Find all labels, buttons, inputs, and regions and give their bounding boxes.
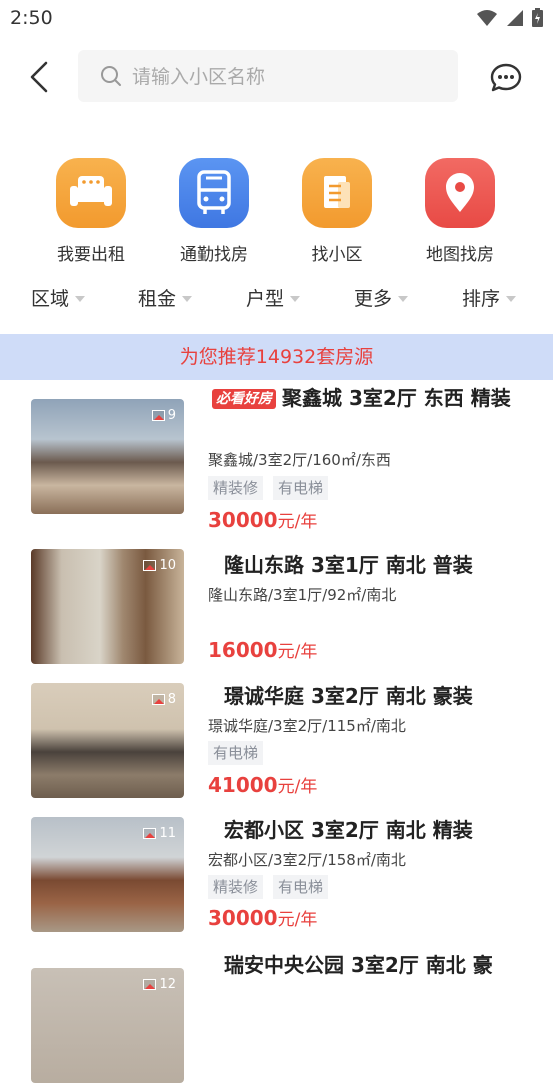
- tag: 有电梯: [208, 741, 264, 765]
- photo-count: 10: [143, 558, 176, 573]
- top-bar: [0, 48, 553, 106]
- tag: 有电梯: [273, 875, 329, 899]
- listing-price: 41000元/年: [208, 773, 318, 797]
- status-bar: 2:50: [0, 0, 553, 38]
- quick-action-commute[interactable]: 通勤找房: [159, 158, 269, 265]
- caret-down-icon: [75, 295, 86, 302]
- listing-item[interactable]: 11 宏都小区 3室2厅 南北 精装 宏都小区/3室2厅/158㎡/南北 精装修…: [0, 808, 553, 942]
- filter-layout[interactable]: 户型: [246, 284, 301, 311]
- photo-count: 9: [151, 408, 176, 423]
- message-icon[interactable]: [489, 62, 523, 94]
- listing-photo: 11: [31, 817, 184, 932]
- caret-down-icon: [398, 295, 409, 302]
- listing-photo: 8: [31, 683, 184, 798]
- filter-label: 排序: [462, 288, 501, 310]
- listing-subtitle: 隆山东路/3室1厅/92㎡/南北: [208, 586, 397, 604]
- photo-count: 12: [143, 977, 176, 992]
- status-time: 2:50: [10, 7, 53, 29]
- listing-subtitle: 宏都小区/3室2厅/158㎡/南北: [208, 851, 406, 869]
- listing-item[interactable]: 8 璟诚华庭 3室2厅 南北 豪装 璟诚华庭/3室2厅/115㎡/南北 有电梯 …: [0, 674, 553, 808]
- listing-subtitle: 聚鑫城/3室2厅/160㎡/东西: [208, 451, 391, 469]
- building-icon: [302, 158, 372, 228]
- listing-tags: 有电梯: [208, 741, 264, 765]
- bus-icon: [179, 158, 249, 228]
- quick-action-label: 我要出租: [57, 245, 125, 265]
- battery-icon: [532, 8, 543, 27]
- search-bar[interactable]: [78, 50, 458, 104]
- listing-item[interactable]: 12 瑞安中央公园 3室2厅 南北 豪: [0, 942, 553, 1083]
- listing-title: 宏都小区 3室2厅 南北 精装: [224, 818, 473, 842]
- listing-item[interactable]: 10 隆山东路 3室1厅 南北 普装 隆山东路/3室1厅/92㎡/南北 1600…: [0, 540, 553, 674]
- photo-count: 11: [143, 826, 176, 841]
- image-icon: [151, 694, 165, 705]
- quick-action-map[interactable]: 地图找房: [405, 158, 515, 265]
- quick-action-rent-out[interactable]: 我要出租: [36, 158, 146, 265]
- wifi-icon: [477, 9, 497, 26]
- filter-label: 户型: [246, 288, 285, 310]
- listing-price: 30000元/年: [208, 508, 318, 532]
- listing-photo: 9: [31, 399, 184, 514]
- caret-down-icon: [290, 295, 301, 302]
- back-arrow-icon[interactable]: [26, 60, 56, 94]
- sofa-icon: [56, 158, 126, 228]
- listing-price: 30000元/年: [208, 906, 318, 930]
- quick-action-find-community[interactable]: 找小区: [282, 158, 392, 265]
- filter-more[interactable]: 更多: [354, 284, 409, 311]
- map-pin-icon: [425, 158, 495, 228]
- filter-sort[interactable]: 排序: [462, 284, 517, 311]
- signal-icon: [507, 9, 523, 26]
- quick-action-label: 地图找房: [426, 245, 494, 265]
- filter-label: 区域: [31, 288, 70, 310]
- caret-down-icon: [182, 295, 193, 302]
- listing-tags: 精装修 有电梯: [208, 875, 329, 899]
- listing-price: 16000元/年: [208, 638, 318, 662]
- quick-action-label: 找小区: [311, 245, 363, 265]
- search-input[interactable]: [130, 50, 444, 104]
- listing-title: 璟诚华庭 3室2厅 南北 豪装: [224, 684, 473, 708]
- listing-photo: 10: [31, 549, 184, 664]
- filter-bar: 区域 租金 户型 更多 排序: [0, 284, 553, 318]
- listing-title: 瑞安中央公园 3室2厅 南北 豪: [224, 953, 493, 977]
- image-icon: [143, 979, 157, 990]
- listing-title: 隆山东路 3室1厅 南北 普装: [224, 553, 473, 577]
- filter-label: 租金: [138, 288, 177, 310]
- image-icon: [143, 560, 157, 571]
- search-icon: [101, 66, 121, 86]
- listing-item[interactable]: 9 必看好房 聚鑫城 3室2厅 东西 精装 聚鑫城/3室2厅/160㎡/东西 精装…: [0, 386, 553, 532]
- must-see-badge: 必看好房: [212, 389, 276, 409]
- listing-photo: 12: [31, 968, 184, 1083]
- filter-rent[interactable]: 租金: [138, 284, 193, 311]
- listing-title: 必看好房 聚鑫城 3室2厅 东西 精装: [212, 382, 527, 414]
- image-icon: [143, 828, 157, 839]
- caret-down-icon: [506, 295, 517, 302]
- filter-area[interactable]: 区域: [31, 284, 86, 311]
- recommend-banner: 为您推荐14932套房源: [0, 334, 553, 380]
- tag: 有电梯: [273, 476, 329, 500]
- quick-action-label: 通勤找房: [180, 245, 248, 265]
- photo-count: 8: [151, 692, 176, 707]
- listing-subtitle: 璟诚华庭/3室2厅/115㎡/南北: [208, 717, 406, 735]
- tag: 精装修: [208, 875, 264, 899]
- image-icon: [151, 410, 165, 421]
- listing-tags: 精装修 有电梯: [208, 476, 329, 500]
- filter-label: 更多: [354, 288, 393, 310]
- quick-actions: 我要出租 通勤找房 找小区 地图找房: [0, 158, 553, 268]
- tag: 精装修: [208, 476, 264, 500]
- status-icons: [476, 8, 543, 27]
